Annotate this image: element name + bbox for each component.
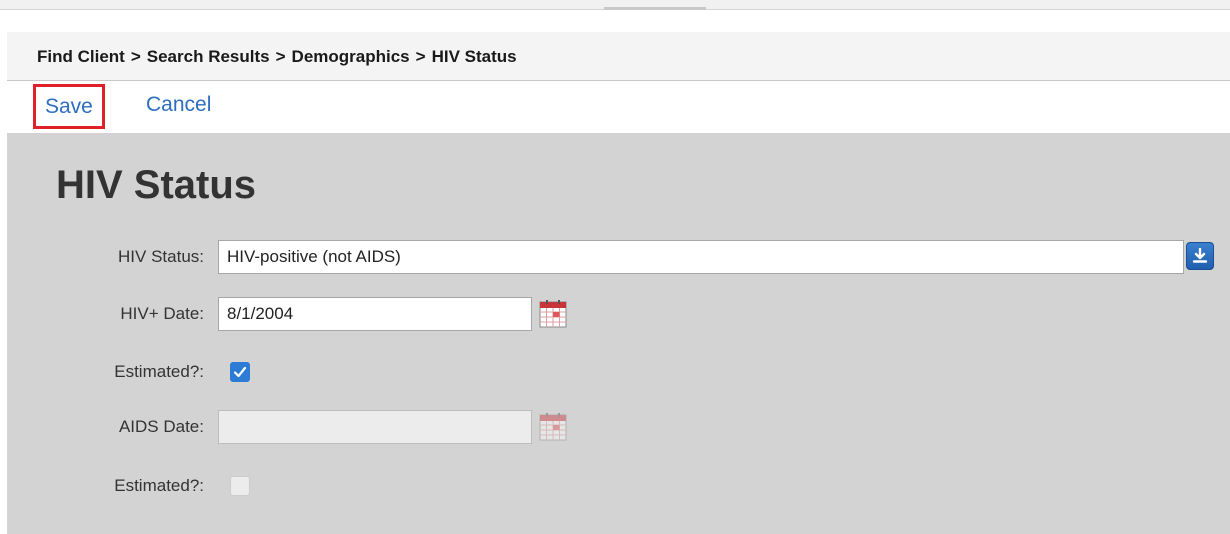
download-arrow-icon	[1192, 248, 1208, 263]
breadcrumb-item-hiv-status: HIV Status	[431, 47, 517, 66]
aids-estimated-row: Estimated?:	[7, 469, 1230, 503]
breadcrumb-separator: >	[130, 47, 141, 66]
breadcrumb-item-find-client[interactable]: Find Client	[37, 47, 125, 66]
aids-date-calendar-button[interactable]	[537, 412, 569, 442]
breadcrumb-item-search-results[interactable]: Search Results	[147, 47, 270, 66]
tab-indicator	[604, 7, 706, 10]
hiv-date-input[interactable]	[218, 297, 532, 331]
aids-estimated-label: Estimated?:	[114, 476, 204, 495]
checkmark-icon	[233, 366, 247, 378]
hiv-date-label: HIV+ Date:	[120, 304, 204, 323]
calendar-icon	[539, 300, 567, 328]
breadcrumb-bar: Find Client > Search Results > Demographics >…	[7, 32, 1230, 81]
breadcrumb-separator: >	[275, 47, 286, 66]
hiv-status-dropdown-button[interactable]	[1186, 242, 1214, 270]
hiv-estimated-row: Estimated?:	[7, 355, 1230, 389]
cancel-button[interactable]: Cancel	[146, 91, 211, 119]
page-title: HIV Status	[56, 163, 257, 207]
hiv-status-panel: Find Client > Search Results > Demographics >…	[7, 32, 1230, 534]
hiv-date-calendar-button[interactable]	[537, 299, 569, 329]
hiv-estimated-checkbox[interactable]	[230, 362, 250, 382]
action-bar: Save Cancel	[7, 81, 1230, 133]
breadcrumb: Find Client > Search Results > Demographics >…	[37, 47, 517, 67]
breadcrumb-separator: >	[415, 47, 426, 66]
hiv-status-row: HIV Status:	[7, 240, 1230, 274]
aids-date-label: AIDS Date:	[118, 417, 204, 436]
aids-date-row: AIDS Date:	[7, 410, 1230, 444]
aids-estimated-checkbox[interactable]	[230, 476, 250, 496]
hiv-estimated-label: Estimated?:	[114, 362, 204, 381]
hiv-status-select[interactable]	[218, 240, 1184, 274]
breadcrumb-item-demographics[interactable]: Demographics	[292, 47, 410, 66]
calendar-icon	[539, 413, 567, 441]
save-button[interactable]: Save	[33, 84, 105, 129]
browser-top-strip	[0, 0, 1230, 10]
aids-date-input[interactable]	[218, 410, 532, 444]
hiv-status-label: HIV Status:	[118, 247, 204, 266]
hiv-date-row: HIV+ Date:	[7, 297, 1230, 331]
